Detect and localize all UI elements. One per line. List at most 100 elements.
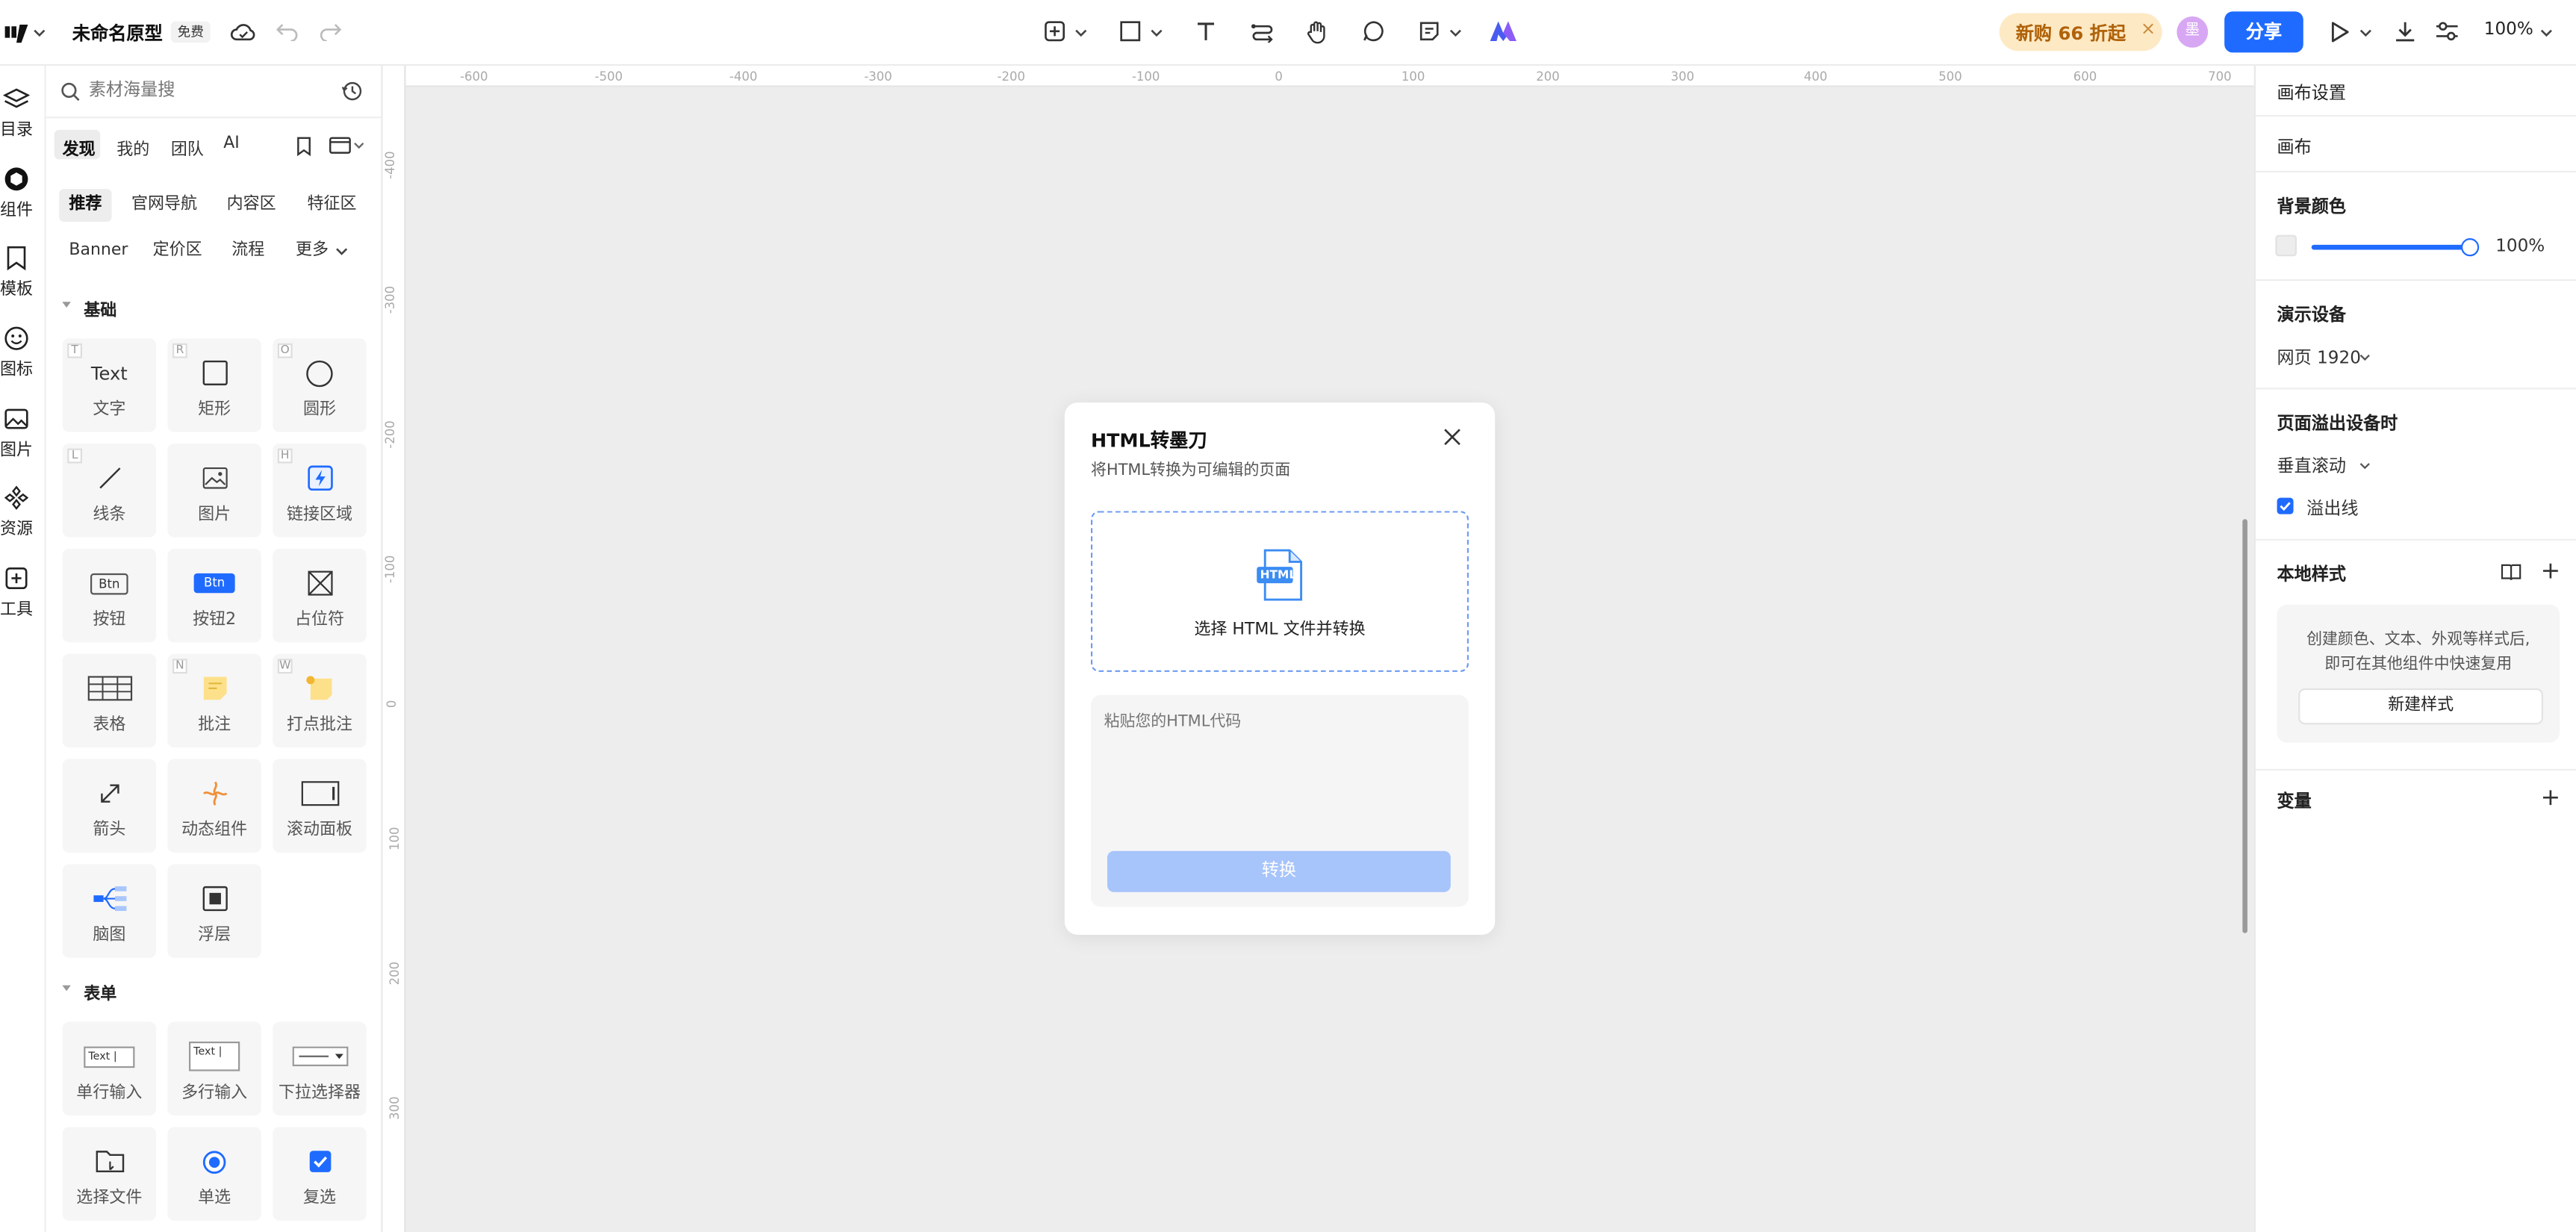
upload-dropzone[interactable]: HTML 选择 HTML 文件并转换 [1090, 511, 1469, 672]
bg-opacity-slider-knob[interactable] [2460, 238, 2480, 257]
chip-recommended[interactable]: 推荐 [59, 189, 112, 223]
settings-sliders-icon[interactable] [2433, 18, 2460, 44]
chip-pricing[interactable]: 定价区 [143, 235, 211, 268]
component-line[interactable]: L 线条 [62, 444, 157, 538]
component-link-area[interactable]: H 链接区域 [273, 444, 367, 538]
hand-tool-icon[interactable] [1304, 18, 1331, 44]
device-select[interactable]: 网页 1920 [2277, 345, 2361, 370]
component-circle[interactable]: O 圆形 [273, 338, 367, 432]
overflow-select[interactable]: 垂直滚动 [2277, 453, 2346, 478]
component-text[interactable]: T Text 文字 [62, 338, 157, 432]
comment-tool-icon[interactable] [1360, 18, 1387, 44]
promo-pill[interactable]: 新购 66 折起 × [1999, 13, 2162, 52]
component-dropdown[interactable]: 下拉选择器 [273, 1021, 367, 1116]
logo-chevron-icon[interactable] [33, 26, 46, 40]
zoom-chevron-icon[interactable] [2540, 26, 2554, 40]
chip-site-nav[interactable]: 官网导航 [122, 189, 207, 222]
note-tool-icon[interactable] [1416, 18, 1443, 44]
undo-icon[interactable] [276, 19, 299, 43]
style-library-icon[interactable] [2499, 560, 2522, 582]
overflow-line-label[interactable]: 溢出线 [2306, 496, 2358, 520]
section-collapse-icon[interactable] [60, 299, 72, 310]
component-arrow[interactable]: 箭头 [62, 759, 157, 853]
component-checkbox[interactable]: 复选 [273, 1127, 367, 1221]
new-style-button[interactable]: 新建样式 [2298, 688, 2543, 725]
avatar[interactable]: 墨 [2177, 16, 2209, 48]
component-image[interactable]: 图片 [167, 444, 261, 538]
tab-team[interactable]: 团队 [171, 134, 204, 159]
component-annotation[interactable]: N 批注 [167, 653, 261, 748]
component-button2[interactable]: Btn 按钮2 [167, 548, 261, 643]
rail-item-tools[interactable]: 工具 [0, 561, 46, 634]
component-scroll-panel[interactable]: 滚动面板 [273, 759, 367, 853]
note-chevron-icon[interactable] [1449, 26, 1463, 40]
play-chevron-icon[interactable] [2359, 26, 2373, 40]
rail-item-templates[interactable]: 模板 [0, 241, 46, 314]
convert-button[interactable]: 转换 [1107, 850, 1451, 892]
history-icon[interactable] [340, 79, 363, 102]
close-icon[interactable] [1441, 426, 1464, 449]
chip-more[interactable]: 更多 [286, 235, 338, 268]
add-variable-icon[interactable] [2538, 787, 2561, 809]
more-chevron-icon[interactable] [335, 245, 349, 258]
chip-banner[interactable]: Banner [59, 235, 137, 268]
chip-content-area[interactable]: 内容区 [217, 189, 285, 222]
bg-color-swatch[interactable] [2275, 234, 2297, 257]
tab-mine[interactable]: 我的 [116, 134, 149, 159]
canvas-scrollbar[interactable] [2242, 519, 2247, 933]
rail-item-components[interactable]: 组件 [0, 163, 46, 235]
layout-chevron-icon[interactable] [353, 140, 364, 151]
layout-view-icon[interactable] [327, 134, 352, 154]
component-rectangle[interactable]: R 矩形 [167, 338, 261, 432]
chip-process[interactable]: 流程 [222, 235, 274, 268]
redo-icon[interactable] [319, 19, 342, 43]
shape-chevron-icon[interactable] [1150, 26, 1163, 40]
document-title[interactable]: 未命名原型 [72, 19, 163, 46]
vertical-ruler[interactable]: -400 -300 -200 -100 0 100 200 300 [382, 66, 406, 1232]
ruler-tick: 200 [1536, 69, 1560, 84]
component-radio[interactable]: 单选 [167, 1127, 261, 1221]
component-file-select[interactable]: 选择文件 [62, 1127, 157, 1221]
add-page-chevron-icon[interactable] [1074, 26, 1088, 40]
html-code-textarea[interactable] [1104, 708, 1453, 840]
horizontal-ruler[interactable]: -600 -500 -400 -300 -200 -100 0 100 200 … [405, 66, 2254, 87]
zoom-value[interactable]: 100% [2484, 19, 2533, 39]
share-button[interactable]: 分享 [2224, 11, 2303, 53]
component-button[interactable]: Btn 按钮 [62, 548, 157, 643]
rectangle-tool-icon[interactable] [1117, 18, 1143, 44]
connector-tool-icon[interactable] [1248, 18, 1275, 44]
rail-item-resources[interactable]: 资源 [0, 482, 46, 554]
component-mindmap[interactable]: 脑图 [62, 864, 157, 958]
rail-item-outline[interactable]: 目录 [0, 82, 46, 155]
component-dot-annotation[interactable]: W 打点批注 [273, 653, 367, 748]
bookmark-icon[interactable] [294, 134, 314, 156]
add-page-icon[interactable] [1042, 18, 1068, 44]
cloud-sync-icon[interactable] [230, 19, 256, 46]
rail-item-icons[interactable]: 图标 [0, 322, 46, 394]
rail-item-images[interactable]: 图片 [0, 402, 46, 475]
search-input[interactable] [88, 75, 319, 105]
overflow-line-checkbox[interactable] [2277, 497, 2294, 514]
bg-opacity-slider[interactable] [2311, 238, 2480, 257]
text-tool-icon[interactable] [1192, 18, 1219, 44]
promo-close-icon[interactable]: × [2141, 18, 2156, 40]
component-multi-input[interactable]: Text | 多行输入 [167, 1021, 261, 1116]
overflow-chevron-icon[interactable] [2359, 460, 2371, 471]
bg-opacity-value[interactable]: 100% [2495, 237, 2545, 256]
play-icon[interactable] [2327, 18, 2353, 44]
ai-logo-icon[interactable] [1488, 18, 1518, 44]
device-chevron-icon[interactable] [2359, 352, 2371, 363]
component-overlay[interactable]: 浮层 [167, 864, 261, 958]
component-table[interactable]: 表格 [62, 653, 157, 748]
tab-discover[interactable]: 发现 [63, 134, 96, 159]
component-dynamic[interactable]: 动态组件 [167, 759, 261, 853]
chip-feature-area[interactable]: 特征区 [297, 189, 366, 222]
component-single-input[interactable]: Text | 单行输入 [62, 1021, 157, 1116]
add-style-icon[interactable] [2538, 560, 2561, 582]
download-icon[interactable] [2392, 18, 2418, 44]
code-paste-area[interactable]: 转换 [1090, 694, 1469, 907]
tab-ai[interactable]: AI [223, 134, 240, 152]
logo-icon[interactable] [3, 18, 29, 48]
component-placeholder[interactable]: 占位符 [273, 548, 367, 643]
section-collapse-icon[interactable] [60, 983, 72, 994]
